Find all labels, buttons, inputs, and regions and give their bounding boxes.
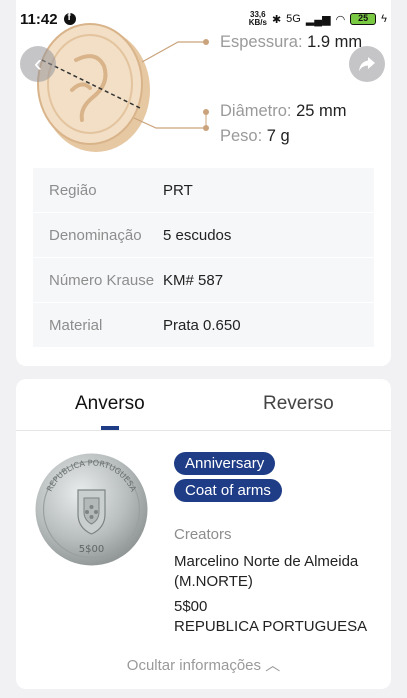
spec-row-region: Região PRT [33, 168, 374, 213]
spec-table: Região PRT Denominação 5 escudos Número … [33, 168, 374, 348]
diameter-value: 25 mm [296, 102, 347, 120]
network-speed: 33,6 KB/s [248, 10, 267, 27]
status-bar: 11:42 33,6 KB/s ✱ 5G ▂▄▆ ◠ 25 ϟ [0, 0, 407, 38]
tag-list: Anniversary Coat of arms [174, 452, 282, 506]
spec-row-material: Material Prata 0.650 [33, 303, 374, 348]
spec-key: Número Krause [49, 271, 155, 289]
creators-label: Creators [174, 526, 232, 543]
hide-info-label: Ocultar informações [126, 657, 262, 674]
chevron-left-icon: ‹ [34, 50, 42, 77]
weight-row: Peso: 7 g [220, 127, 290, 145]
battery-icon: 25 [350, 13, 377, 25]
coin-legend-line: REPUBLICA PORTUGUESA [174, 618, 368, 635]
status-time: 11:42 [20, 10, 58, 28]
spec-key: Material [49, 316, 103, 334]
spec-key: Região [49, 181, 97, 199]
spec-value: KM# 587 [163, 271, 224, 289]
network-type: 5G [286, 13, 301, 25]
spec-value: 5 escudos [163, 226, 232, 244]
coin-legend-line: 5$00 [174, 598, 208, 615]
spec-value: Prata 0.650 [163, 316, 241, 334]
active-tab-indicator [101, 426, 119, 430]
spec-value: PRT [163, 181, 193, 199]
charging-icon: ϟ [381, 13, 387, 25]
tab-obverse[interactable]: Anverso [75, 393, 145, 415]
spec-row-denomination: Denominação 5 escudos [33, 213, 374, 258]
signal-icon: ▂▄▆ [305, 13, 331, 26]
tab-reverse[interactable]: Reverso [263, 393, 334, 415]
facebook-notification-icon [63, 12, 76, 25]
coin-value-text: 5$00 [79, 544, 104, 555]
chevron-up-icon: ︿ [265, 657, 281, 674]
spec-key: Denominação [49, 226, 142, 244]
back-button[interactable]: ‹ [20, 46, 56, 82]
spec-row-krause: Número Krause KM# 587 [33, 258, 374, 303]
side-tabs: Anverso Reverso [16, 379, 391, 431]
obverse-coin-image[interactable]: REPUBLICA PORTUGUESA 5$00 [34, 452, 149, 567]
hide-info-button[interactable]: Ocultar informações ︿ [16, 654, 391, 675]
share-icon [359, 57, 375, 71]
tag-chip[interactable]: Anniversary [174, 452, 276, 475]
wifi-icon: ◠ [335, 13, 346, 26]
creator-name: Marcelino Norte de Almeida (M.NORTE) [174, 553, 359, 590]
coin-sides-card: Anverso Reverso REPUBLICA PORTUGUESA 5$0… [16, 379, 391, 689]
tag-chip[interactable]: Coat of arms [174, 479, 282, 502]
bluetooth-icon: ✱ [271, 13, 282, 26]
weight-value: 7 g [266, 127, 290, 145]
coin-details-card: ‹ Espessura: 1.9 mm Diâmetro: 25 mm Peso… [16, 0, 391, 366]
status-icons: 33,6 KB/s ✱ 5G ▂▄▆ ◠ 25 ϟ [249, 11, 387, 27]
diameter-row: Diâmetro: 25 mm [220, 102, 347, 120]
